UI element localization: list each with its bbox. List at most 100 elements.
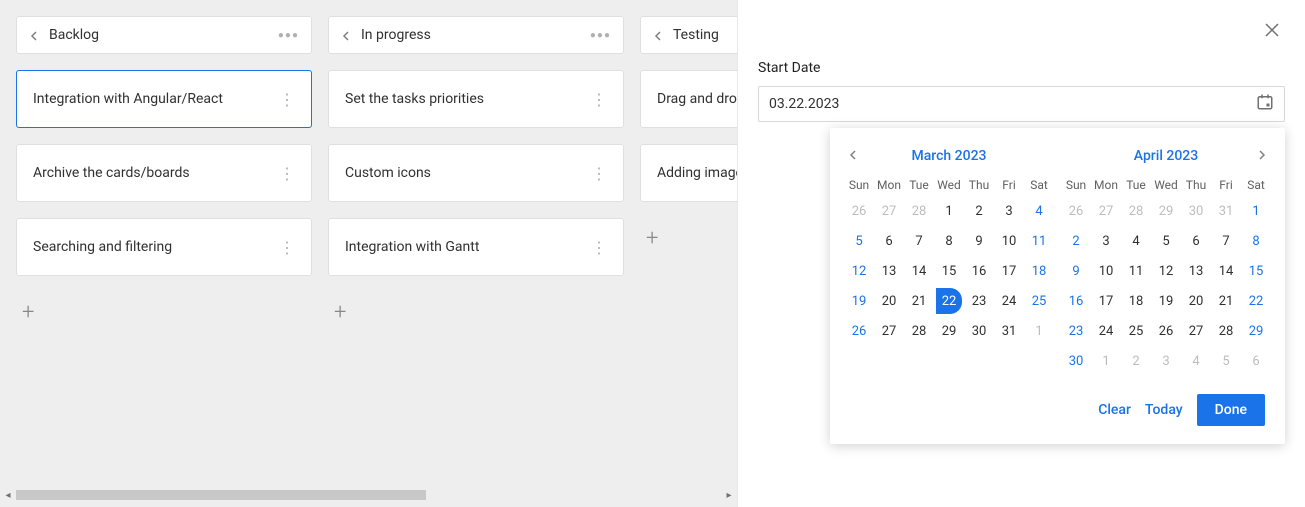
next-month-icon[interactable] — [1253, 144, 1271, 168]
calendar-day[interactable]: 22 — [1241, 288, 1271, 314]
calendar-day[interactable]: 27 — [874, 318, 904, 344]
calendar-day[interactable]: 1 — [1091, 348, 1121, 374]
calendar-day[interactable]: 11 — [1121, 258, 1151, 284]
calendar-day[interactable]: 18 — [1121, 288, 1151, 314]
today-button[interactable]: Today — [1145, 402, 1183, 418]
calendar-day[interactable]: 13 — [874, 258, 904, 284]
kanban-card[interactable]: Archive the cards/boards⋮ — [16, 144, 312, 202]
calendar-day[interactable]: 26 — [1061, 198, 1091, 224]
calendar-day[interactable]: 20 — [1181, 288, 1211, 314]
column-menu-icon[interactable]: ●●● — [586, 26, 615, 45]
calendar-day[interactable]: 26 — [844, 318, 874, 344]
calendar-day[interactable]: 11 — [1024, 228, 1054, 254]
calendar-day[interactable]: 10 — [994, 228, 1024, 254]
calendar-day[interactable]: 26 — [1151, 318, 1181, 344]
column-header[interactable]: Testing●●● — [640, 16, 737, 54]
calendar-day[interactable]: 12 — [844, 258, 874, 284]
calendar-day[interactable]: 27 — [1181, 318, 1211, 344]
chevron-left-icon[interactable] — [29, 26, 39, 45]
calendar-day[interactable]: 27 — [874, 198, 904, 224]
calendar-day[interactable]: 2 — [964, 198, 994, 224]
card-menu-icon[interactable]: ⋮ — [581, 160, 617, 187]
scroll-thumb[interactable] — [16, 490, 426, 500]
kanban-card[interactable]: Integration with Angular/React⋮ — [16, 70, 312, 128]
calendar-day[interactable]: 18 — [1024, 258, 1054, 284]
calendar-day[interactable]: 25 — [1121, 318, 1151, 344]
calendar-day[interactable]: 2 — [1121, 348, 1151, 374]
calendar-day[interactable]: 31 — [994, 318, 1024, 344]
clear-button[interactable]: Clear — [1098, 402, 1131, 418]
calendar-day[interactable]: 14 — [904, 258, 934, 284]
calendar-icon[interactable] — [1256, 93, 1274, 115]
calendar-day[interactable]: 3 — [1151, 348, 1181, 374]
kanban-card[interactable]: Adding images⋮ — [640, 144, 737, 202]
calendar-day[interactable]: 7 — [904, 228, 934, 254]
calendar-day[interactable]: 31 — [1211, 198, 1241, 224]
scroll-left-icon[interactable]: ◂ — [0, 490, 16, 501]
prev-month-icon[interactable] — [844, 144, 862, 168]
calendar-day[interactable]: 29 — [1151, 198, 1181, 224]
chevron-left-icon[interactable] — [341, 26, 351, 45]
calendar-day[interactable]: 6 — [874, 228, 904, 254]
kanban-card[interactable]: Integration with Gantt⋮ — [328, 218, 624, 276]
calendar-day[interactable]: 19 — [844, 288, 874, 314]
calendar-day[interactable]: 28 — [904, 198, 934, 224]
calendar-day[interactable]: 20 — [874, 288, 904, 314]
add-card-button[interactable]: + — [328, 292, 624, 332]
calendar-day[interactable]: 23 — [1061, 318, 1091, 344]
calendar-day[interactable]: 3 — [994, 198, 1024, 224]
calendar-day[interactable]: 12 — [1151, 258, 1181, 284]
calendar-day[interactable]: 21 — [904, 288, 934, 314]
chevron-left-icon[interactable] — [653, 26, 663, 45]
card-menu-icon[interactable]: ⋮ — [581, 234, 617, 261]
calendar-day[interactable]: 29 — [1241, 318, 1271, 344]
calendar-day[interactable]: 28 — [904, 318, 934, 344]
calendar-day[interactable]: 8 — [934, 228, 964, 254]
calendar-day[interactable]: 1 — [1241, 198, 1271, 224]
scroll-right-icon[interactable]: ▸ — [721, 490, 737, 501]
calendar-day[interactable]: 17 — [994, 258, 1024, 284]
calendar-day[interactable]: 2 — [1061, 228, 1091, 254]
add-card-button[interactable]: + — [16, 292, 312, 332]
card-menu-icon[interactable]: ⋮ — [269, 234, 305, 261]
calendar-day[interactable]: 5 — [1151, 228, 1181, 254]
calendar-day[interactable]: 30 — [964, 318, 994, 344]
calendar-day[interactable]: 13 — [1181, 258, 1211, 284]
calendar-day[interactable]: 15 — [934, 258, 964, 284]
kanban-card[interactable]: Custom icons⋮ — [328, 144, 624, 202]
calendar-day[interactable]: 30 — [1181, 198, 1211, 224]
calendar-day[interactable]: 26 — [844, 198, 874, 224]
column-header[interactable]: In progress●●● — [328, 16, 624, 54]
start-date-input-wrap[interactable] — [758, 86, 1285, 122]
calendar-day[interactable]: 9 — [1061, 258, 1091, 284]
calendar-day[interactable]: 28 — [1121, 198, 1151, 224]
calendar-day[interactable]: 27 — [1091, 198, 1121, 224]
calendar-day[interactable]: 24 — [1091, 318, 1121, 344]
kanban-card[interactable]: Set the tasks priorities⋮ — [328, 70, 624, 128]
done-button[interactable]: Done — [1197, 394, 1265, 426]
calendar-day[interactable]: 16 — [1061, 288, 1091, 314]
calendar-day[interactable]: 8 — [1241, 228, 1271, 254]
calendar-day[interactable]: 3 — [1091, 228, 1121, 254]
card-menu-icon[interactable]: ⋮ — [269, 160, 305, 187]
calendar-day[interactable]: 25 — [1024, 288, 1054, 314]
calendar-day[interactable]: 14 — [1211, 258, 1241, 284]
calendar-day[interactable]: 23 — [964, 288, 994, 314]
scroll-track[interactable] — [16, 490, 721, 500]
column-menu-icon[interactable]: ●●● — [274, 26, 303, 45]
horizontal-scrollbar[interactable]: ◂ ▸ — [0, 483, 737, 507]
calendar-day[interactable]: 24 — [994, 288, 1024, 314]
kanban-card[interactable]: Searching and filtering⋮ — [16, 218, 312, 276]
calendar-day[interactable]: 21 — [1211, 288, 1241, 314]
card-menu-icon[interactable]: ⋮ — [269, 86, 305, 113]
calendar-day[interactable]: 30 — [1061, 348, 1091, 374]
calendar-day[interactable]: 1 — [1024, 318, 1054, 344]
calendar-day[interactable]: 6 — [1181, 228, 1211, 254]
calendar-day[interactable]: 10 — [1091, 258, 1121, 284]
calendar-day[interactable]: 4 — [1121, 228, 1151, 254]
calendar-day[interactable]: 17 — [1091, 288, 1121, 314]
close-icon[interactable] — [1265, 22, 1279, 41]
start-date-input[interactable] — [769, 96, 1256, 112]
calendar-day[interactable]: 6 — [1241, 348, 1271, 374]
calendar-day[interactable]: 28 — [1211, 318, 1241, 344]
